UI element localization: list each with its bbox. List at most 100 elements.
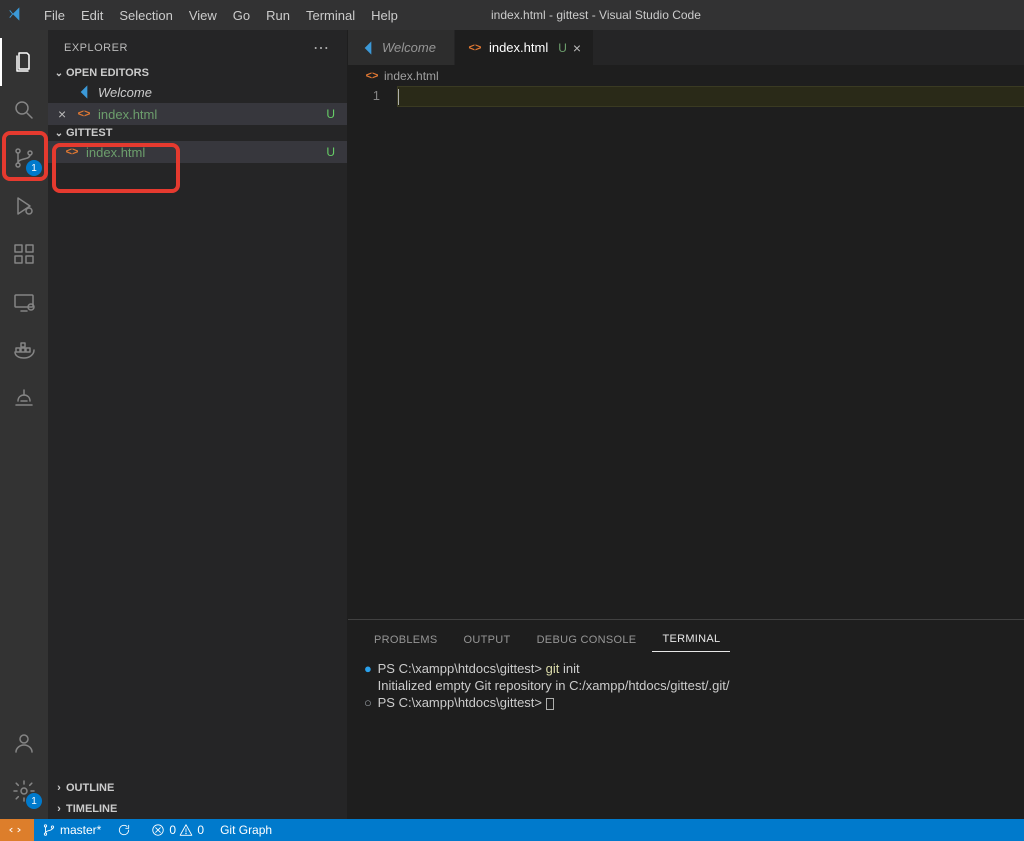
terminal-line-1: ● PS C:\xampp\htdocs\gittest> git init: [364, 660, 1008, 677]
terminal-cursor: [546, 698, 554, 710]
activity-bottom: 1: [0, 719, 48, 815]
sidebar-title: EXPLORER: [64, 42, 128, 54]
terminal-l3-prefix: PS C:\xampp\htdocs\gittest>: [378, 695, 546, 710]
remote-icon: [8, 823, 22, 837]
outline-label: OUTLINE: [66, 782, 114, 794]
vscode-icon: [76, 84, 92, 100]
extensions-icon: [12, 242, 36, 266]
status-remote[interactable]: [0, 819, 34, 841]
gutter: 1: [348, 87, 398, 619]
activity-bar: 1 1: [0, 30, 48, 819]
workspace-header[interactable]: ⌄ GITTEST: [48, 125, 347, 141]
outline-section[interactable]: › OUTLINE: [48, 777, 347, 798]
error-icon: [151, 823, 165, 837]
chevron-down-icon: ⌄: [52, 68, 66, 79]
chevron-down-icon: ⌄: [52, 128, 66, 139]
menu-file[interactable]: File: [36, 4, 73, 27]
panel: PROBLEMS OUTPUT DEBUG CONSOLE TERMINAL ●…: [348, 619, 1024, 819]
panel-tab-output[interactable]: OUTPUT: [454, 628, 521, 652]
workspace-file-indexhtml[interactable]: <> index.html U: [48, 141, 347, 163]
menu-edit[interactable]: Edit: [73, 4, 111, 27]
account-icon: [12, 731, 36, 755]
menu-run[interactable]: Run: [258, 4, 298, 27]
menu-terminal[interactable]: Terminal: [298, 4, 363, 27]
open-editors-label: OPEN EDITORS: [66, 67, 149, 79]
terminal-l1-kw: git: [546, 661, 560, 676]
menu-help[interactable]: Help: [363, 4, 406, 27]
terminal-line-2: Initialized empty Git repository in C:/x…: [364, 677, 1008, 694]
open-editor-indexhtml[interactable]: × <> index.html U: [48, 103, 347, 125]
activity-genie[interactable]: [0, 374, 48, 422]
activity-extensions[interactable]: [0, 230, 48, 278]
code-area[interactable]: 1: [348, 87, 1024, 619]
workspace-file-indexhtml-label: index.html: [86, 145, 145, 160]
activity-remote-explorer[interactable]: [0, 278, 48, 326]
chevron-right-icon: ›: [52, 803, 66, 815]
open-editor-welcome-label: Welcome: [98, 85, 152, 100]
close-icon[interactable]: ×: [58, 106, 66, 122]
activity-search[interactable]: [0, 86, 48, 134]
breadcrumb-label: index.html: [384, 69, 439, 83]
status-branch-label: master*: [60, 823, 101, 837]
status-problems[interactable]: 0 0: [143, 819, 212, 841]
status-git-graph-label: Git Graph: [220, 823, 272, 837]
menubar: File Edit Selection View Go Run Terminal…: [0, 0, 1024, 30]
vscode-logo-icon: [8, 6, 26, 24]
panel-tab-debugconsole[interactable]: DEBUG CONSOLE: [527, 628, 647, 652]
open-editor-indexhtml-status: U: [326, 107, 335, 121]
activity-settings[interactable]: 1: [0, 767, 48, 815]
menu-view[interactable]: View: [181, 4, 225, 27]
tab-indexhtml-label: index.html: [489, 40, 548, 55]
workspace-label: GITTEST: [66, 127, 112, 139]
terminal-l1-prefix: PS C:\xampp\htdocs\gittest>: [378, 661, 546, 676]
menu-go[interactable]: Go: [225, 4, 258, 27]
lamp-icon: [12, 386, 36, 410]
close-icon[interactable]: ×: [573, 40, 581, 56]
tab-welcome-label: Welcome: [382, 40, 436, 55]
workspace-file-indexhtml-status: U: [326, 145, 335, 159]
monitor-icon: [12, 290, 36, 314]
terminal-body[interactable]: ● PS C:\xampp\htdocs\gittest> git init I…: [348, 652, 1024, 819]
sync-icon: [117, 823, 131, 837]
panel-tabs: PROBLEMS OUTPUT DEBUG CONSOLE TERMINAL: [348, 620, 1024, 652]
activity-docker[interactable]: [0, 326, 48, 374]
timeline-label: TIMELINE: [66, 803, 117, 815]
text-cursor: [398, 89, 399, 105]
activity-run-debug[interactable]: [0, 182, 48, 230]
line-number: 1: [348, 88, 380, 103]
sidebar-explorer: EXPLORER ⋯ ⌄ OPEN EDITORS Welcome × <> i…: [48, 30, 348, 819]
source-control-badge: 1: [26, 160, 42, 176]
tab-indexhtml-dirty: U: [558, 41, 567, 55]
status-branch[interactable]: master*: [34, 819, 109, 841]
html-icon: <>: [364, 68, 380, 84]
breadcrumb[interactable]: <> index.html: [348, 65, 1024, 87]
sidebar-header: EXPLORER ⋯: [48, 30, 347, 65]
status-sync[interactable]: [109, 819, 143, 841]
timeline-section[interactable]: › TIMELINE: [48, 798, 347, 819]
panel-tab-problems[interactable]: PROBLEMS: [364, 628, 448, 652]
body-row: 1 1 EXPLORER ⋯: [0, 30, 1024, 819]
menu-selection[interactable]: Selection: [111, 4, 180, 27]
panel-tab-terminal[interactable]: TERMINAL: [652, 627, 730, 652]
terminal-l2: Initialized empty Git repository in C:/x…: [378, 678, 730, 693]
vscode-icon: [360, 40, 376, 56]
sidebar-more-icon[interactable]: ⋯: [313, 38, 331, 58]
activity-source-control[interactable]: 1: [0, 134, 48, 182]
activity-accounts[interactable]: [0, 719, 48, 767]
activity-explorer[interactable]: [0, 38, 48, 86]
tab-welcome[interactable]: Welcome: [348, 30, 455, 65]
docker-icon: [12, 338, 36, 362]
terminal-l1-rest: init: [559, 661, 579, 676]
open-editors-header[interactable]: ⌄ OPEN EDITORS: [48, 65, 347, 81]
statusbar: master* 0 0 Git Graph: [0, 819, 1024, 841]
code-body[interactable]: [398, 87, 1024, 619]
code-line-1[interactable]: [398, 87, 1024, 106]
tab-indexhtml[interactable]: <> index.html U ×: [455, 30, 594, 65]
editor-tabs: Welcome <> index.html U ×: [348, 30, 1024, 65]
open-editor-welcome[interactable]: Welcome: [48, 81, 347, 103]
warning-icon: [179, 823, 193, 837]
status-git-graph[interactable]: Git Graph: [212, 819, 280, 841]
ring-icon: ○: [364, 694, 374, 711]
html-icon: <>: [64, 144, 80, 160]
html-icon: <>: [76, 106, 92, 122]
